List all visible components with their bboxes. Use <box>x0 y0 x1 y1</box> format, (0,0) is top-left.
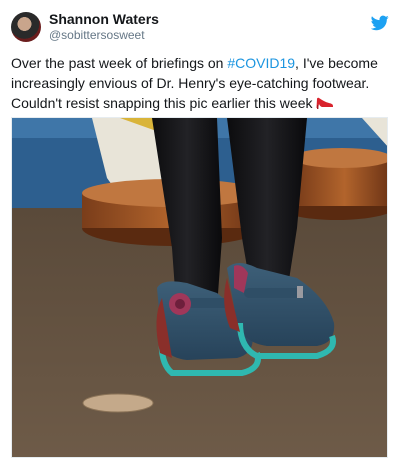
author-info[interactable]: Shannon Waters @sobittersosweet <box>49 11 371 43</box>
tweet-header: Shannon Waters @sobittersosweet <box>11 10 391 44</box>
tweet-card[interactable]: Shannon Waters @sobittersosweet Over the… <box>0 0 403 463</box>
tweet-text-start: Over the past week of briefings on <box>11 55 228 71</box>
author-handle[interactable]: @sobittersosweet <box>49 27 371 43</box>
high-heel-shoe-emoji <box>316 97 334 109</box>
avatar[interactable] <box>11 12 41 42</box>
tweet-text: Over the past week of briefings on #COVI… <box>11 53 393 113</box>
tweet-photo[interactable] <box>11 117 388 458</box>
twitter-bird-icon[interactable] <box>371 15 389 31</box>
photo-shoes-image <box>12 118 387 457</box>
author-display-name[interactable]: Shannon Waters <box>49 11 371 27</box>
hashtag-link[interactable]: #COVID19 <box>227 55 295 71</box>
